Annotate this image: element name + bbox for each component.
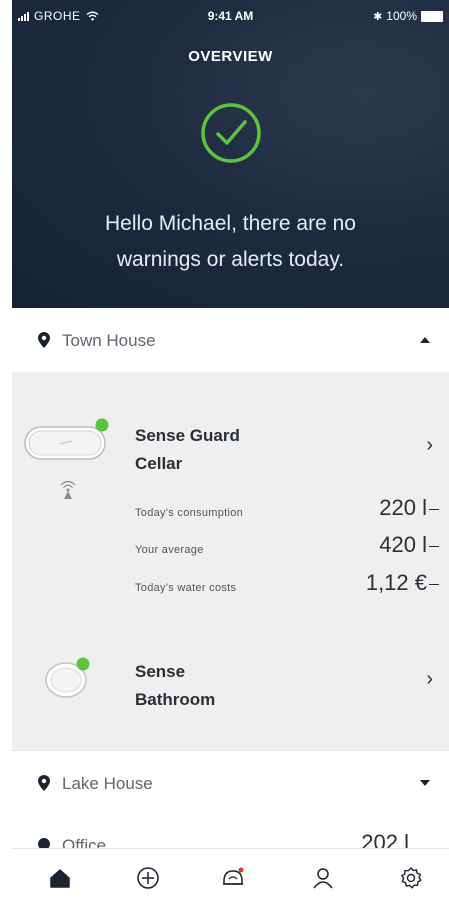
device-list: Sense Guard Cellar › Today's consumption… — [12, 372, 449, 750]
office-value: 202 l — [361, 830, 409, 848]
tab-bar — [12, 848, 449, 908]
chevron-right-icon[interactable]: › — [426, 434, 433, 457]
chevron-up-icon[interactable] — [419, 336, 431, 344]
device-name: Sense Guard — [135, 426, 240, 445]
metric-value-average: 420 l — [379, 532, 427, 557]
sense-device-icon — [45, 657, 90, 698]
status-dot — [95, 418, 109, 432]
chevron-right-icon[interactable]: › — [426, 668, 433, 691]
app: GROHE 9:41 AM ✱ 100% OVERVIEW Hello Mich… — [12, 0, 449, 908]
chevron-down-icon[interactable] — [419, 779, 431, 787]
notifications-icon[interactable] — [218, 863, 248, 893]
bluetooth-icon: ✱ — [373, 10, 383, 23]
location-pin-icon — [38, 332, 50, 348]
battery-icon — [421, 10, 443, 22]
location-name: Town House — [62, 331, 156, 350]
device-name: Sense — [135, 662, 186, 681]
location-row-town-house[interactable]: Town House — [12, 308, 449, 372]
status-bar: GROHE 9:41 AM ✱ 100% — [12, 0, 449, 30]
tick-mark — [429, 508, 439, 510]
location-pin-icon — [38, 775, 50, 791]
metric-value-consumption: 220 l — [379, 495, 427, 520]
profile-icon[interactable] — [308, 863, 338, 893]
greeting-message: Hello Michael, there are no warnings or … — [105, 212, 356, 271]
metric-value-water-costs: 1,12 € — [365, 570, 427, 595]
metric-label-water-costs: Today's water costs — [135, 582, 237, 594]
settings-icon[interactable] — [396, 863, 426, 893]
tick-mark — [429, 583, 439, 585]
battery-label: 100% — [386, 9, 417, 23]
location-name: Office — [62, 836, 107, 848]
location-row-lake-house[interactable]: Lake House — [12, 750, 449, 815]
page-title: OVERVIEW — [188, 48, 273, 65]
home-icon[interactable] — [45, 863, 75, 893]
overview-header: GROHE 9:41 AM ✱ 100% OVERVIEW Hello Mich… — [12, 0, 449, 308]
device-location: Cellar — [135, 454, 183, 473]
device-location: Bathroom — [135, 690, 216, 709]
metric-label-consumption: Today's consumption — [135, 507, 244, 519]
metric-label-average: Your average — [135, 544, 204, 556]
sense-guard-device-icon — [24, 418, 109, 460]
check-circle-icon — [199, 101, 263, 165]
location-row-office[interactable]: Office 202 l — [12, 830, 449, 848]
wifi-signal-icon — [60, 480, 76, 499]
location-name: Lake House — [62, 774, 153, 793]
location-pin-icon — [38, 838, 50, 848]
notification-dot — [238, 867, 244, 873]
tick-mark — [429, 545, 439, 547]
add-icon[interactable] — [133, 863, 163, 893]
status-dot — [76, 657, 90, 671]
